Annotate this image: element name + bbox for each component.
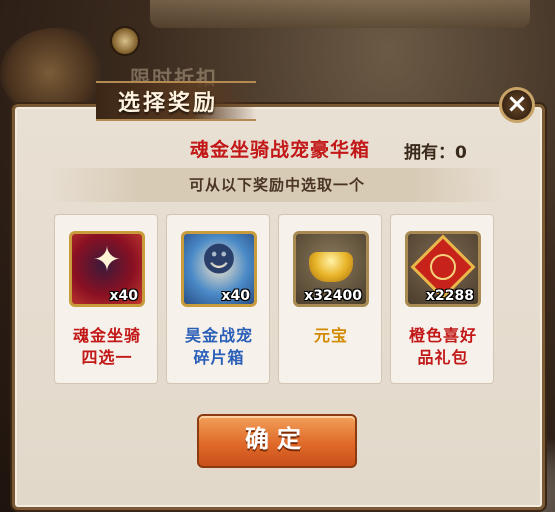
reward-label-line1: 魂金坐骑 [72,326,141,345]
character-icon: ☻ [201,240,237,280]
reward-quantity: x2288 [426,288,474,304]
reward-label-line2: 品礼包 [417,348,469,367]
reward-quantity: x40 [109,288,138,304]
confirm-button[interactable]: 确定 [197,414,357,468]
reward-label: 魂金坐骑 四选一 [55,325,159,369]
reward-label-line1: 橙色喜好 [408,326,477,345]
reward-label-line2: 碎片箱 [193,348,245,367]
reward-card-mount[interactable]: ✦ x40 魂金坐骑 四选一 [54,214,158,384]
selection-hint: 可从以下奖励中选取一个 [48,168,506,202]
gift-box-icon: x2288 [405,231,481,307]
reward-card-ingot[interactable]: x32400 元宝 [278,214,382,384]
dialog-title: 选择奖励 [96,81,256,121]
reward-list: ✦ x40 魂金坐骑 四选一 ☻ x40 昊金战宠 碎片箱 x32400 元宝 [54,214,502,384]
reward-label-line2: 四选一 [81,348,133,367]
reward-label-line1: 元宝 [313,326,348,345]
reward-label: 元宝 [279,325,383,347]
fan-icon: ✦ [92,240,122,280]
background-top-bar [150,0,530,28]
ingot-shape [309,252,353,282]
reward-label: 昊金战宠 碎片箱 [167,325,271,369]
reward-quantity: x40 [221,288,250,304]
pet-character-icon: ☻ x40 [181,231,257,307]
close-button[interactable]: × [499,87,535,123]
chest-name: 魂金坐骑战宠豪华箱 [189,139,370,161]
gift-box-emblem [430,254,456,280]
owned-count: 拥有：0 [404,143,467,163]
reward-card-pet[interactable]: ☻ x40 昊金战宠 碎片箱 [166,214,270,384]
reward-quantity: x32400 [304,288,362,304]
gold-ingot-icon: x32400 [293,231,369,307]
mount-fan-icon: ✦ x40 [69,231,145,307]
reward-card-gift[interactable]: x2288 橙色喜好 品礼包 [390,214,494,384]
dialog-title-text: 选择奖励 [118,91,219,116]
reward-label: 橙色喜好 品礼包 [391,325,495,369]
coin-ornament-icon [110,26,140,56]
reward-label-line1: 昊金战宠 [184,326,253,345]
